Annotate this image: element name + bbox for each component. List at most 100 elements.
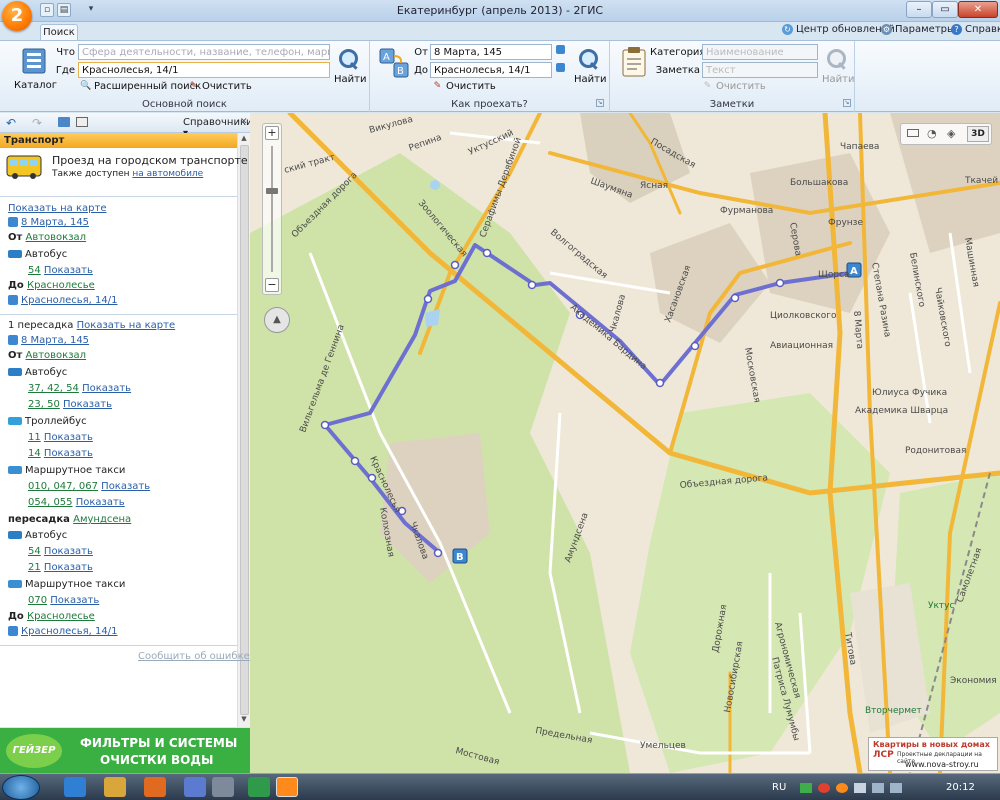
ad-brand-logo: ГЕЙЗЕР — [6, 734, 62, 768]
tool-icon[interactable] — [212, 777, 234, 797]
eraser-icon: ✎ — [433, 81, 442, 91]
group-main-search-label: Основной поиск — [142, 99, 227, 110]
arc-icon[interactable]: ◔ — [927, 127, 937, 140]
street-tsiolkovskogo: Циолковского — [770, 311, 837, 321]
window-title: Екатеринбург (апрель 2013) - 2ГИС — [396, 4, 604, 17]
help-link[interactable]: ?Справка — [951, 24, 1000, 35]
flag-icon[interactable] — [854, 783, 866, 793]
water-filter-ad[interactable]: ГЕЙЗЕР ФИЛЬТРЫ И СИСТЕМЫ ОЧИСТКИ ВОДЫ — [0, 728, 250, 773]
map-view[interactable]: A B Викулова Репина Уктусский ский тракт… — [250, 113, 1000, 773]
route-dialog-launcher[interactable]: ↘ — [596, 99, 604, 107]
map-tools: ◔ ◈ 3D — [900, 123, 992, 145]
save-result-icon[interactable] — [58, 117, 70, 127]
by-car-link[interactable]: на автомобиле — [132, 169, 203, 179]
find-button[interactable]: Найти — [334, 47, 366, 85]
layers-icon[interactable]: ◈ — [947, 127, 955, 140]
forward-icon[interactable]: ↷ — [32, 116, 42, 130]
help-icon: ? — [951, 24, 962, 35]
print-result-icon[interactable] — [76, 117, 88, 127]
update-icon: ↻ — [782, 24, 793, 35]
scroll-down-icon[interactable]: ▼ — [240, 715, 248, 723]
divider — [0, 645, 237, 646]
marker-b[interactable]: B — [452, 548, 468, 564]
minimize-button[interactable]: – — [906, 1, 932, 18]
update-center-link[interactable]: ↻ Центр обновлений — [782, 24, 895, 35]
app-icon[interactable] — [184, 777, 206, 797]
tray-app-icon[interactable] — [818, 783, 830, 793]
catalog-button[interactable]: Каталог — [14, 47, 57, 91]
view-3d-button[interactable]: 3D — [967, 126, 989, 142]
explorer-icon[interactable] — [104, 777, 126, 797]
route2-bus-numbers-1: 37, 42, 54 Показать — [28, 383, 132, 394]
svg-text:A: A — [383, 52, 390, 63]
notes-dialog-launcher[interactable]: ↘ — [843, 99, 851, 107]
bus-header-icon — [6, 155, 42, 179]
2gis-tray-icon[interactable] — [836, 783, 848, 793]
from-input[interactable]: 8 Марта, 145 — [430, 44, 552, 60]
eraser-icon: ✎ — [189, 81, 198, 91]
ie-icon[interactable] — [64, 777, 86, 797]
street-fuchika: Юлиуса Фучика — [872, 388, 947, 398]
zoom-out-button[interactable]: − — [265, 278, 279, 292]
group-main-search: Каталог Что Сфера деятельности, название… — [0, 41, 370, 112]
where-input[interactable]: Краснолесья, 14/1 — [78, 62, 330, 78]
start-button[interactable] — [2, 775, 40, 800]
category-select[interactable]: Наименование — [702, 44, 818, 60]
zoom-track[interactable] — [271, 146, 273, 272]
ruler-icon[interactable] — [907, 129, 919, 137]
panel-scrollbar[interactable]: ▲ ▼ — [237, 133, 250, 727]
compass-icon[interactable]: ▲ — [264, 307, 290, 333]
group-notes: Категория Наименование Заметка Текст Най… — [610, 41, 855, 112]
to-input[interactable]: Краснолесья, 14/1 — [430, 62, 552, 78]
2gis-taskbar-icon[interactable] — [276, 777, 298, 797]
ribbon: Каталог Что Сфера деятельности, название… — [0, 40, 1000, 112]
media-icon[interactable] — [144, 777, 166, 797]
category-label: Категория — [650, 47, 706, 58]
route2-bus: Автобус — [8, 367, 67, 378]
tab-search[interactable]: Поиск — [40, 24, 78, 41]
settings-link[interactable]: ⚙ Параметры — [881, 24, 955, 35]
to-pin-icon[interactable] — [556, 63, 565, 72]
zoom-control: + − — [262, 123, 282, 295]
street-furmanova: Фурманова — [720, 206, 773, 216]
volume-icon[interactable] — [890, 783, 902, 793]
back-icon[interactable]: ↶ — [6, 116, 16, 130]
what-input[interactable]: Сфера деятельности, название, телефон, м… — [78, 44, 330, 60]
route-clear-button[interactable]: ✎ Очистить — [432, 81, 496, 92]
show-on-map-link-1[interactable]: Показать на карте — [8, 203, 107, 214]
advanced-search-button[interactable]: 🔍 Расширенный поиск — [80, 81, 201, 92]
map-ad[interactable]: Квартиры в новых домах ЛСР Проектные дек… — [868, 737, 998, 771]
map-ad-url: www.nova-stroy.ru — [905, 760, 979, 769]
scroll-thumb[interactable] — [240, 145, 249, 715]
panel-toolbar: ↶ ↷ Справочники ▾ ✕ — [0, 113, 253, 139]
what-label: Что — [56, 47, 75, 58]
route-find-button[interactable]: Найти — [574, 47, 606, 85]
from-pin-icon[interactable] — [556, 45, 565, 54]
torrent-icon[interactable] — [248, 777, 270, 797]
zoom-in-button[interactable]: + — [265, 126, 279, 140]
search-icon — [825, 47, 849, 71]
clear-search-button[interactable]: ✎ Очистить — [188, 81, 252, 92]
gear-icon: ⚙ — [881, 24, 892, 35]
report-error-link[interactable]: Сообщить об ошибке — [138, 651, 250, 662]
app-logo[interactable]: 2 — [2, 1, 32, 31]
language-indicator[interactable]: RU — [772, 782, 786, 793]
notes-clear-button[interactable]: ✎ Очистить — [702, 81, 766, 92]
route-icon: AB — [379, 48, 409, 78]
maximize-button[interactable]: ▭ — [932, 1, 958, 18]
bus-icon — [8, 531, 22, 539]
route2-taxi-2: 054, 055 Показать — [28, 497, 125, 508]
network-icon[interactable] — [872, 783, 884, 793]
map-canvas[interactable]: A B Викулова Репина Уктусский ский тракт… — [250, 113, 1000, 773]
scroll-up-icon[interactable]: ▲ — [240, 134, 248, 142]
zoom-thumb[interactable] — [266, 188, 278, 194]
group-route: AB От 8 Марта, 145 До Краснолесья, 14/1 … — [370, 41, 610, 112]
clock[interactable]: 20:12 — [946, 782, 975, 793]
note-input[interactable]: Текст — [702, 62, 818, 78]
route2-from: От Автовокзал — [8, 350, 87, 361]
nvidia-icon[interactable] — [800, 783, 812, 793]
route2-bus2-2: 21 Показать — [28, 562, 93, 573]
panel-close-icon[interactable]: ✕ — [240, 117, 248, 127]
notes-find-button[interactable]: Найти — [822, 47, 854, 85]
close-button[interactable]: ✕ — [958, 1, 998, 18]
